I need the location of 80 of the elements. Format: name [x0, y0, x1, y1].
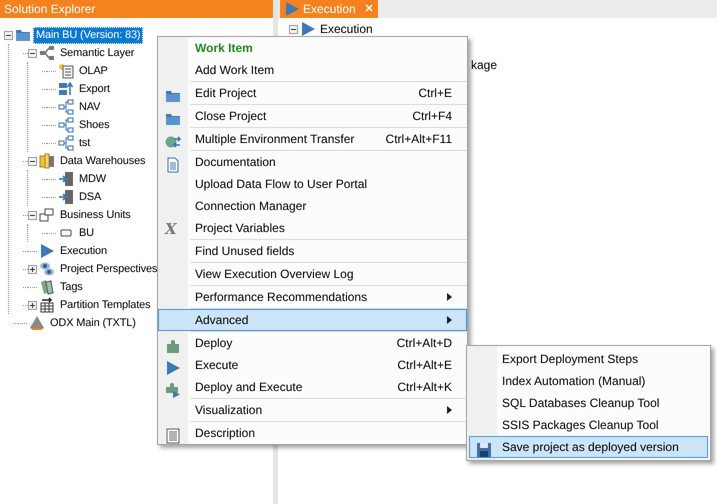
menu-item[interactable]: Deploy and Execute Ctrl+Alt+K	[158, 376, 467, 398]
tree-item[interactable]: tst	[76, 134, 94, 152]
shortcut: Ctrl+Alt+K	[397, 379, 452, 396]
menu-item[interactable]: Documentation	[158, 151, 467, 173]
panel-title: Solution Explorer	[0, 0, 273, 18]
menu-item[interactable]: View Execution Overview Log	[158, 263, 467, 285]
tree-item[interactable]: Main BU (Version: 83)	[33, 26, 144, 44]
collapse-toggle[interactable]	[28, 156, 37, 166]
collapse-toggle[interactable]	[289, 24, 298, 34]
expand-toggle[interactable]	[28, 264, 37, 274]
tags-icon	[39, 279, 55, 295]
tree-item[interactable]: OLAP	[76, 62, 111, 80]
menu-item[interactable]: Add Work Item	[158, 59, 467, 81]
tree-item[interactable]: Execution	[320, 20, 373, 38]
menu-item[interactable]: Save project as deployed version	[469, 436, 708, 458]
collapse-toggle[interactable]	[28, 48, 37, 58]
diagram-icon	[58, 117, 74, 133]
shortcut: Ctrl+F4	[412, 108, 452, 125]
tree-item[interactable]: Data Warehouses	[57, 152, 148, 170]
diagram-icon	[58, 135, 74, 151]
diagram-icon	[58, 99, 74, 115]
export-icon	[58, 81, 74, 97]
menu-item[interactable]: Connection Manager	[158, 195, 467, 217]
menu-item[interactable]: Close Project Ctrl+F4	[158, 105, 467, 127]
menu-item[interactable]: Multiple Environment Transfer Ctrl+Alt+F11	[158, 128, 467, 150]
puzzle-play-icon	[165, 382, 181, 398]
tree-item[interactable]: Tags	[57, 278, 86, 296]
tree-item[interactable]: BU	[76, 224, 97, 242]
menu-item[interactable]: Edit Project Ctrl+E	[158, 82, 467, 104]
menu-item[interactable]: Performance Recommendations	[158, 286, 467, 308]
shortcut: Ctrl+Alt+E	[397, 357, 452, 374]
hierarchy-icon	[39, 45, 55, 61]
menu-item[interactable]: Upload Data Flow to User Portal	[158, 173, 467, 195]
play-icon	[39, 243, 55, 259]
play-icon	[284, 1, 300, 17]
tree-item[interactable]: Semantic Layer	[57, 44, 138, 62]
tree-item[interactable]: Shoes	[76, 116, 112, 134]
menu-item[interactable]: Find Unused fields	[158, 240, 467, 262]
import-icon	[58, 189, 74, 205]
eyes-icon	[39, 261, 55, 277]
tree-item[interactable]: DSA	[76, 188, 104, 206]
menu-item[interactable]: Export Deployment Steps	[469, 348, 708, 370]
database-icon	[39, 153, 55, 169]
save-icon	[476, 442, 492, 458]
play-icon	[165, 360, 181, 376]
collapse-toggle[interactable]	[28, 210, 37, 220]
tree-item[interactable]: Business Units	[57, 206, 134, 224]
menu-item[interactable]: SSIS Packages Cleanup Tool	[469, 414, 708, 436]
menu-item[interactable]: Deploy Ctrl+Alt+D	[158, 332, 467, 354]
tree-item[interactable]: Execution	[57, 242, 110, 260]
tree-item[interactable]: Export	[76, 80, 113, 98]
shortcut: Ctrl+Alt+F11	[386, 131, 452, 148]
expand-toggle[interactable]	[28, 300, 37, 310]
menu-item[interactable]: X Project Variables	[158, 217, 467, 239]
shortcut: Ctrl+Alt+D	[396, 335, 452, 352]
windows-icon	[39, 207, 55, 223]
shortcut: Ctrl+E	[418, 85, 452, 102]
import-icon	[58, 171, 74, 187]
partition-icon	[39, 297, 55, 313]
menu-item[interactable]: Work Item	[158, 37, 467, 59]
tree-item[interactable]: MDW	[76, 170, 110, 188]
variable-icon: X	[165, 221, 177, 237]
collapse-toggle[interactable]	[4, 30, 13, 40]
tree-item[interactable]: ODX Main (TXTL)	[47, 314, 139, 332]
menu-item[interactable]: Visualization	[158, 399, 467, 421]
folder-icon	[15, 27, 31, 43]
tree-item[interactable]: kage	[471, 56, 498, 74]
tree-item[interactable]: Partition Templates	[57, 296, 154, 314]
menu-item[interactable]: SQL Databases Cleanup Tool	[469, 392, 708, 414]
menu-item[interactable]: Execute Ctrl+Alt+E	[158, 354, 467, 376]
tree-item[interactable]: NAV	[76, 98, 104, 116]
menu-item[interactable]: Index Automation (Manual)	[469, 370, 708, 392]
pyramid-icon	[29, 315, 45, 331]
transfer-icon	[165, 134, 181, 150]
menu-item[interactable]: Description	[158, 422, 467, 444]
report-icon	[58, 63, 74, 79]
menu-item[interactable]: Advanced	[158, 309, 467, 331]
tree-item[interactable]: Project Perspectives	[57, 260, 160, 278]
document-icon	[165, 156, 181, 173]
puzzle-icon	[165, 338, 181, 354]
